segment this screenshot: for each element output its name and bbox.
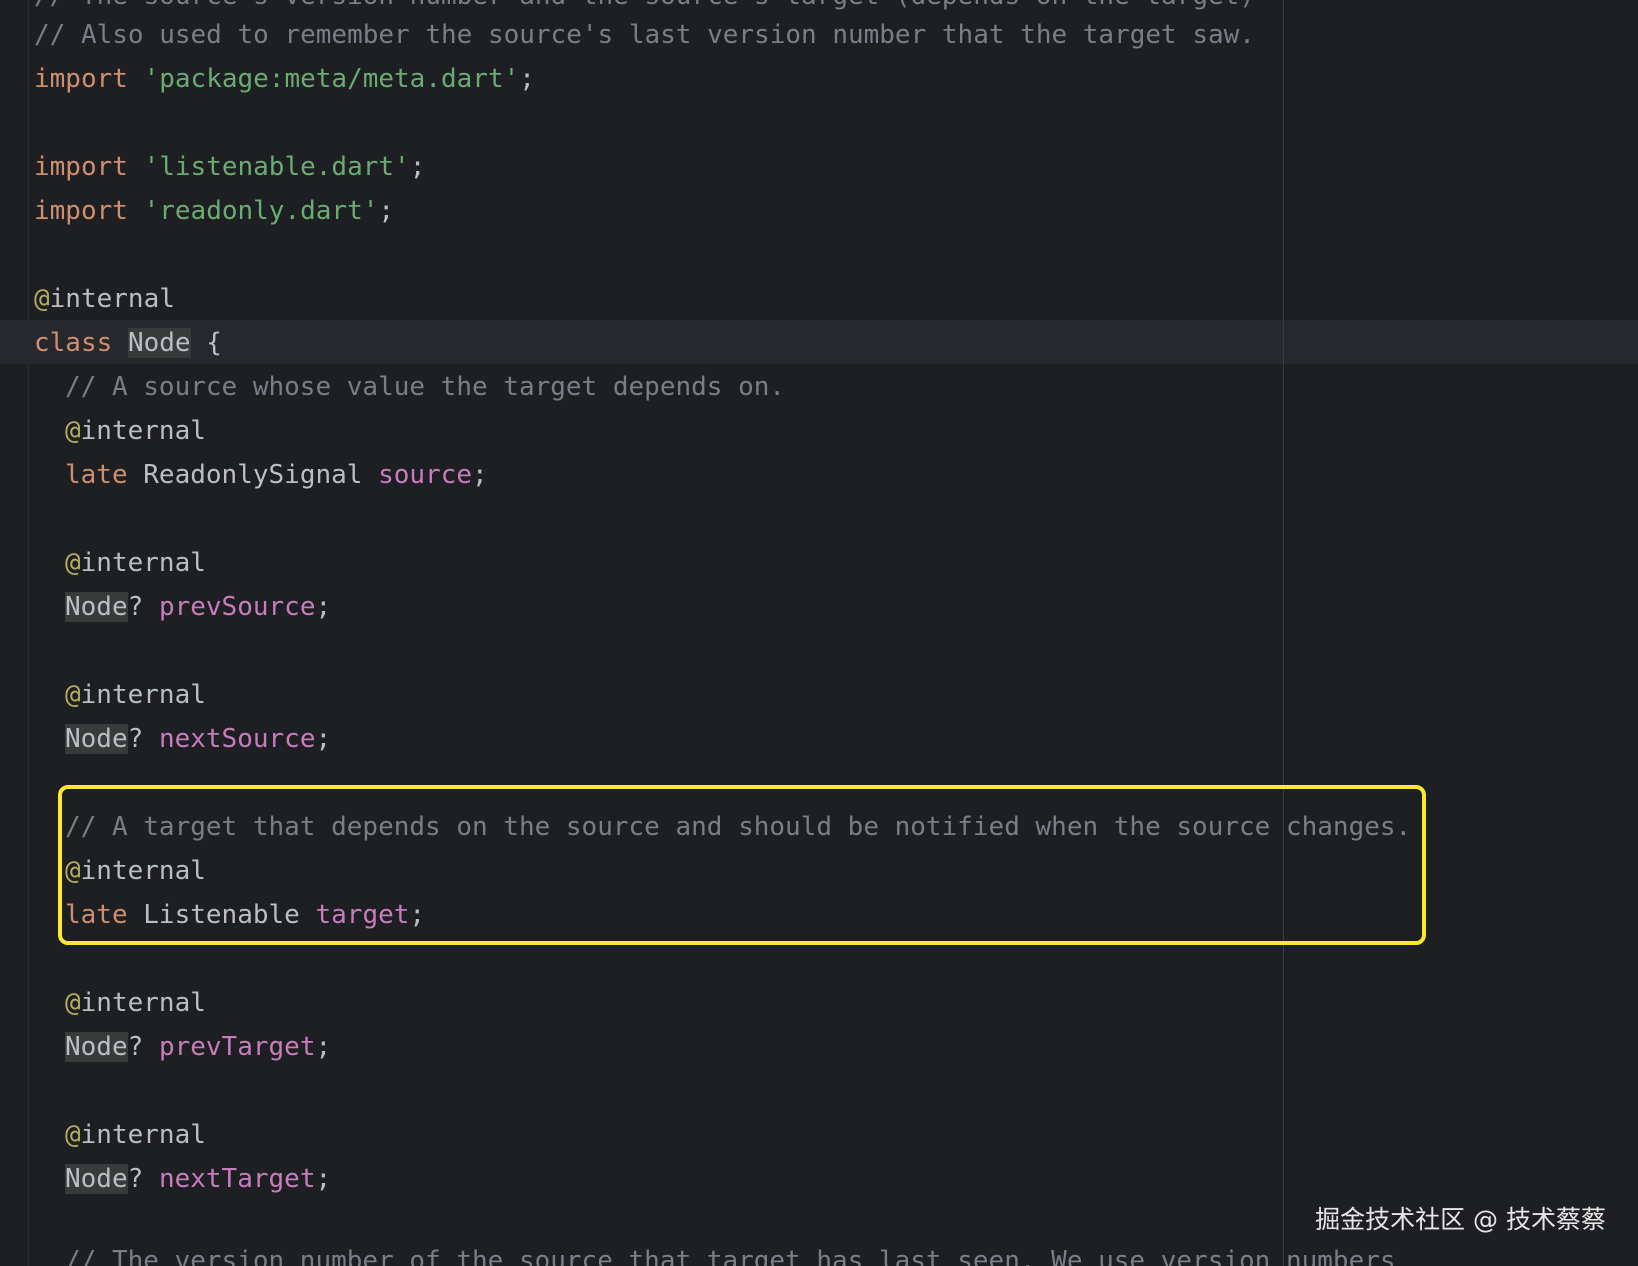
code-line-import-meta: import 'package:meta/meta.dart'; xyxy=(34,57,535,101)
import-path-listenable: 'listenable.dart' xyxy=(143,152,410,182)
code-editor[interactable]: // The source's version number and the s… xyxy=(0,0,1638,1266)
code-line-prev-source-field: Node? prevSource; xyxy=(34,585,331,629)
annotation-at: @ xyxy=(65,416,81,446)
field-next-target: nextTarget xyxy=(158,1164,316,1194)
class-name-node: Node xyxy=(127,328,191,358)
code-line-next-target-field: Node? nextTarget; xyxy=(34,1157,331,1201)
keyword-class: class xyxy=(34,328,113,358)
code-line-import-readonly: import 'readonly.dart'; xyxy=(34,189,394,233)
code-line-annotation-next-source: @internal xyxy=(34,673,206,717)
gutter-divider xyxy=(28,0,29,1266)
type-readonly-signal: ReadonlySignal xyxy=(143,460,363,490)
field-prev-target: prevTarget xyxy=(158,1032,316,1062)
code-line-comment-version-partial: // The version number of the source that… xyxy=(65,1246,1396,1266)
code-line-annotation-next-target: @internal xyxy=(34,1113,206,1157)
right-margin-guide xyxy=(1283,0,1284,1266)
watermark: 掘金技术社区 @ 技术蔡蔡 xyxy=(1315,1205,1606,1234)
semicolon: ; xyxy=(378,196,395,226)
code-line-annotation-source: @internal xyxy=(34,409,206,453)
annotation-at: @ xyxy=(65,548,81,578)
current-line-highlight xyxy=(0,320,1638,364)
semicolon: ; xyxy=(409,152,426,182)
annotation-at: @ xyxy=(65,680,81,710)
open-brace: { xyxy=(190,328,222,358)
field-source: source xyxy=(378,460,473,490)
code-line-prev-target-field: Node? prevTarget; xyxy=(34,1025,331,1069)
keyword-late: late xyxy=(65,460,128,490)
code-line-class-declaration: class Node { xyxy=(34,321,222,365)
code-line-next-source-field: Node? nextSource; xyxy=(34,717,331,761)
keyword-import: import xyxy=(34,64,128,94)
annotation-at: @ xyxy=(34,284,50,314)
type-node: Node xyxy=(65,1164,128,1194)
code-line-comment-also: // Also used to remember the source's la… xyxy=(34,20,1255,50)
code-line-annotation-prev-target: @internal xyxy=(34,981,206,1025)
type-node: Node xyxy=(65,592,128,622)
type-node: Node xyxy=(65,1032,128,1062)
semicolon: ; xyxy=(315,724,332,754)
annotation-internal: internal xyxy=(80,416,206,446)
type-node: Node xyxy=(65,724,128,754)
annotation-internal: internal xyxy=(49,284,175,314)
semicolon: ; xyxy=(315,592,332,622)
highlight-annotation-box xyxy=(58,785,1426,945)
code-line-comment-source: // A source whose value the target depen… xyxy=(65,372,786,402)
annotation-at: @ xyxy=(65,988,81,1018)
keyword-import: import xyxy=(34,152,128,182)
nullable-mark: ? xyxy=(127,1164,144,1194)
field-next-source: nextSource xyxy=(158,724,316,754)
code-line-import-listenable: import 'listenable.dart'; xyxy=(34,145,425,189)
semicolon: ; xyxy=(315,1164,332,1194)
annotation-internal: internal xyxy=(80,548,206,578)
import-path-readonly: 'readonly.dart' xyxy=(143,196,379,226)
annotation-internal: internal xyxy=(80,680,206,710)
semicolon: ; xyxy=(315,1032,332,1062)
semicolon: ; xyxy=(519,64,535,94)
import-path-meta: 'package:meta/meta.dart' xyxy=(143,64,520,94)
code-line-annotation-prev-source: @internal xyxy=(34,541,206,585)
nullable-mark: ? xyxy=(127,592,144,622)
code-line-source-field: late ReadonlySignal source; xyxy=(34,453,488,497)
annotation-internal: internal xyxy=(80,988,206,1018)
nullable-mark: ? xyxy=(127,724,144,754)
field-prev-source: prevSource xyxy=(158,592,316,622)
semicolon: ; xyxy=(472,460,488,490)
annotation-at: @ xyxy=(65,1120,81,1150)
annotation-internal: internal xyxy=(80,1120,206,1150)
keyword-import: import xyxy=(34,196,128,226)
nullable-mark: ? xyxy=(127,1032,144,1062)
code-line-annotation-class: @internal xyxy=(34,277,175,321)
